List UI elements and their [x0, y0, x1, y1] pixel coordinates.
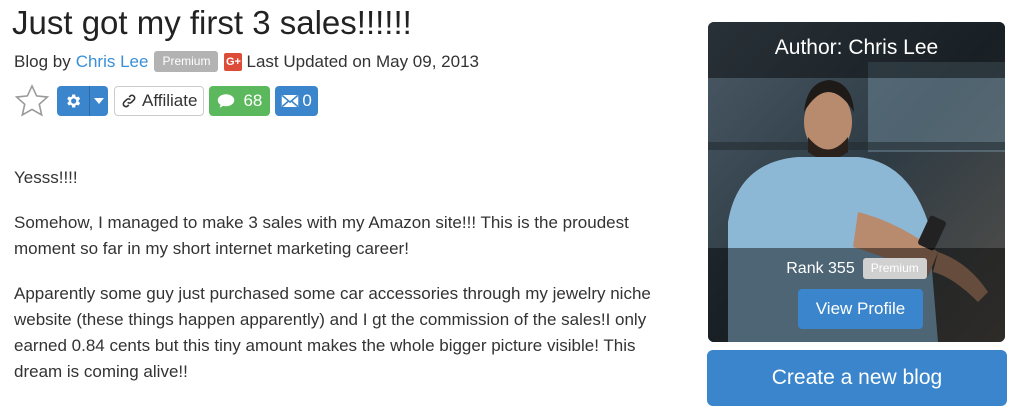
post-paragraph: Apparently some guy just purchased some …: [14, 284, 651, 381]
view-profile-button[interactable]: View Profile: [798, 289, 923, 329]
card-premium-badge: Premium: [862, 258, 927, 279]
post-toolbar: Affiliate 68 0: [13, 84, 318, 118]
post-meta: Blog by Chris Lee Premium G+ Last Update…: [14, 51, 479, 72]
create-blog-button[interactable]: Create a new blog: [707, 350, 1007, 406]
rank-text: Rank 355: [786, 259, 855, 277]
star-outline-icon[interactable]: [13, 82, 51, 120]
author-link[interactable]: Chris Lee: [76, 52, 149, 72]
link-icon: [122, 94, 136, 108]
settings-dropdown-button[interactable]: [57, 86, 108, 116]
gear-icon: [57, 86, 89, 116]
comments-button[interactable]: 68: [209, 86, 271, 116]
last-updated-text: Last Updated on May 09, 2013: [246, 51, 479, 71]
envelope-icon: [282, 94, 299, 108]
post-paragraph: Yesss!!!!: [14, 168, 78, 187]
rank-line: Rank 355 Premium: [708, 258, 1005, 279]
premium-badge: Premium: [154, 51, 219, 72]
messages-button[interactable]: 0: [275, 86, 318, 116]
google-plus-icon[interactable]: G+: [224, 52, 243, 71]
blog-by-label: Blog by: [14, 51, 71, 71]
caret-down-icon: [89, 86, 108, 116]
author-card: Author: Chris Lee Rank 355 Premium View …: [708, 22, 1005, 342]
comments-count: 68: [243, 91, 263, 110]
card-author-title: Author: Chris Lee: [774, 36, 939, 59]
post-paragraph: Somehow, I managed to make 3 sales with …: [14, 213, 629, 258]
affiliate-label: Affiliate: [142, 91, 198, 110]
affiliate-button[interactable]: Affiliate: [114, 86, 205, 116]
comment-icon: [218, 94, 235, 108]
post-body: Yesss!!!! Somehow, I managed to make 3 s…: [14, 165, 674, 404]
post-title: Just got my first 3 sales!!!!!!: [12, 4, 412, 41]
messages-count: 0: [302, 91, 312, 110]
